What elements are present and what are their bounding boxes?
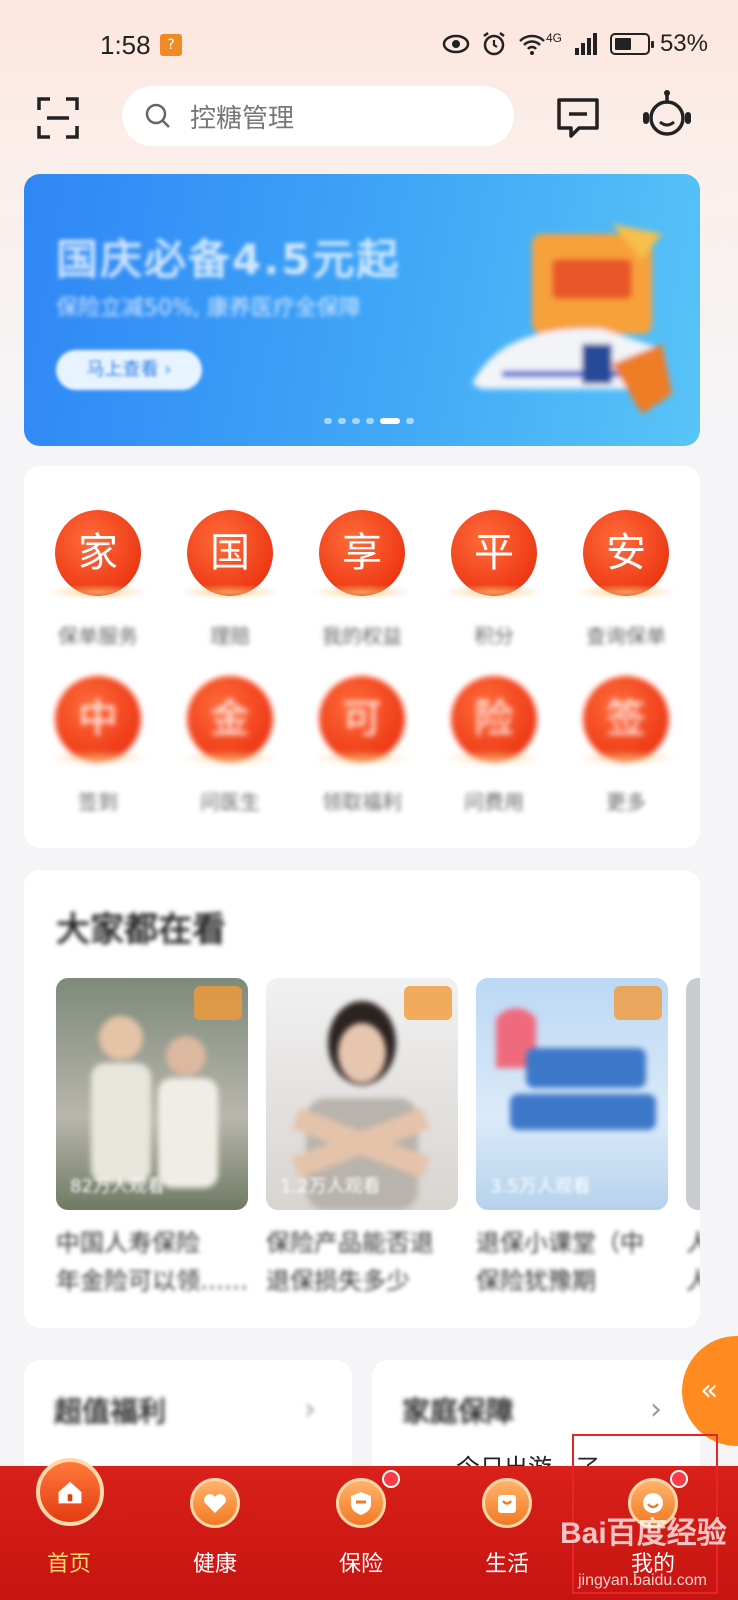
grid-item-2[interactable]: 国 理赔 bbox=[170, 510, 290, 649]
tab-label: 健康 bbox=[192, 1552, 237, 1577]
wifi-icon bbox=[519, 34, 545, 55]
video-caption-1[interactable]: 中国人寿保险 年金险可以领…… bbox=[56, 1224, 248, 1304]
scan-icon[interactable] bbox=[36, 96, 80, 140]
grid-item-4[interactable]: 平 积分 bbox=[434, 510, 554, 649]
grid-item-1[interactable]: 家 保单服务 bbox=[38, 510, 158, 649]
grid-item-label: 理赔 bbox=[210, 624, 250, 648]
video-meta: 3.5万人观看 bbox=[490, 1176, 591, 1197]
grid-item-label: 问医生 bbox=[200, 790, 260, 814]
battery-percent: 53% bbox=[659, 30, 708, 57]
video-thumbnail-1[interactable]: 82万人观看 bbox=[56, 978, 248, 1210]
status-icons: 4G 53% bbox=[442, 30, 708, 58]
video-caption-4[interactable]: 人 人 bbox=[686, 1224, 700, 1304]
caption-line: 年金险可以领…… bbox=[56, 1267, 248, 1295]
video-meta: 1.2万人观看 bbox=[280, 1176, 381, 1197]
tab-health[interactable]: 健康 bbox=[160, 1466, 270, 1600]
grid-item-label: 我的权益 bbox=[322, 624, 402, 648]
grid-item-badge: 签 bbox=[575, 676, 677, 766]
promo-banner[interactable]: 国庆必备4.5元起 保险立减50%, 康养医疗全保障 马上查看 › bbox=[24, 174, 700, 446]
chevron-right-icon: › bbox=[304, 1392, 316, 1427]
grid-item-badge: 可 bbox=[311, 676, 413, 766]
network-type: 4G bbox=[545, 31, 562, 45]
video-meta: 82万人观看 bbox=[70, 1176, 165, 1197]
grid-item-label: 保单服务 bbox=[58, 624, 138, 648]
tab-home[interactable]: 首页 bbox=[14, 1458, 124, 1600]
video-caption-3[interactable]: 退保小课堂（中 保险犹豫期 bbox=[476, 1224, 668, 1304]
family-card-title: 家庭保障 bbox=[402, 1395, 515, 1428]
watermark-url: jingyan.baidu.com bbox=[578, 1572, 707, 1589]
signal-icon bbox=[574, 33, 597, 55]
grid-item-badge: 金 bbox=[179, 676, 281, 766]
video-caption-2[interactable]: 保险产品能否退 退保损失多少 bbox=[266, 1224, 458, 1304]
grid-item-10[interactable]: 签 更多 bbox=[566, 676, 686, 815]
video-tag-badge bbox=[614, 986, 662, 1020]
shield-icon bbox=[336, 1478, 386, 1528]
grid-item-3[interactable]: 享 我的权益 bbox=[302, 510, 422, 649]
video-tag-badge bbox=[404, 986, 452, 1020]
search-input[interactable]: 控糖管理 bbox=[122, 86, 514, 146]
grid-item-label: 领取福利 bbox=[322, 790, 402, 814]
grid-item-badge: 险 bbox=[443, 676, 545, 766]
grid-item-label: 更多 bbox=[606, 790, 646, 814]
video-section: 大家都在看 82万人观看 中国人寿保险 年金险可以领…… 1.2万人观看 保险产… bbox=[24, 870, 700, 1328]
grid-item-label: 问费用 bbox=[464, 790, 524, 814]
notification-app-icon: ? bbox=[160, 34, 182, 56]
service-grid-card: 家 保单服务 国 理赔 享 我的权益 平 积分 安 查询保单 中 签到 金 问医… bbox=[24, 466, 700, 848]
heart-icon bbox=[190, 1478, 240, 1528]
banner-cta-button[interactable]: 马上查看 › bbox=[56, 350, 202, 390]
watermark-brand: Bai百度经验 bbox=[560, 1517, 727, 1550]
grid-item-6[interactable]: 中 签到 bbox=[38, 676, 158, 815]
grid-item-label: 查询保单 bbox=[586, 624, 666, 648]
grid-item-9[interactable]: 险 问费用 bbox=[434, 676, 554, 815]
caption-line: 退保小课堂（中 bbox=[476, 1229, 644, 1257]
video-thumbnail-3[interactable]: 3.5万人观看 bbox=[476, 978, 668, 1210]
grid-item-8[interactable]: 可 领取福利 bbox=[302, 676, 422, 815]
grid-item-badge: 安 bbox=[575, 510, 677, 600]
banner-train-illustration bbox=[472, 224, 672, 414]
status-time: 1:58 bbox=[100, 30, 151, 60]
video-thumbnail-4[interactable] bbox=[686, 978, 700, 1210]
battery-icon bbox=[609, 33, 654, 55]
chevron-right-icon: › bbox=[650, 1392, 662, 1427]
grid-item-badge: 中 bbox=[47, 676, 149, 766]
tab-life[interactable]: 生活 bbox=[452, 1466, 562, 1600]
tab-insurance[interactable]: 保险 bbox=[306, 1466, 416, 1600]
grid-item-5[interactable]: 安 查询保单 bbox=[566, 510, 686, 649]
home-icon bbox=[36, 1458, 104, 1526]
status-bar: 1:58 ? 4G 53% bbox=[0, 0, 738, 90]
grid-item-label: 签到 bbox=[78, 790, 118, 814]
caption-line: 退保损失多少 bbox=[266, 1267, 410, 1295]
eye-icon bbox=[442, 34, 470, 54]
tab-label: 保险 bbox=[338, 1552, 383, 1577]
grid-item-badge: 享 bbox=[311, 510, 413, 600]
caption-line: 中国人寿保险 bbox=[56, 1229, 200, 1257]
banner-subtitle: 保险立减50%, 康养医疗全保障 bbox=[56, 296, 361, 321]
notification-dot bbox=[382, 1470, 400, 1488]
benefits-card-title: 超值福利 bbox=[54, 1395, 167, 1428]
message-icon[interactable] bbox=[555, 96, 601, 140]
caption-line: 人 bbox=[686, 1229, 700, 1257]
caption-line: 保险犹豫期 bbox=[476, 1267, 596, 1295]
banner-pagination bbox=[324, 418, 414, 424]
tab-label: 生活 bbox=[484, 1552, 529, 1577]
search-placeholder: 控糖管理 bbox=[190, 103, 295, 134]
video-section-title: 大家都在看 bbox=[56, 910, 226, 950]
bag-icon bbox=[482, 1478, 532, 1528]
video-thumbnail-2[interactable]: 1.2万人观看 bbox=[266, 978, 458, 1210]
grid-item-label: 积分 bbox=[474, 624, 514, 648]
customer-service-icon[interactable] bbox=[640, 88, 694, 144]
caption-line: 保险产品能否退 bbox=[266, 1229, 434, 1257]
grid-item-badge: 家 bbox=[47, 510, 149, 600]
alarm-icon bbox=[483, 32, 505, 56]
search-icon bbox=[145, 103, 170, 128]
banner-title: 国庆必备4.5元起 bbox=[56, 235, 401, 284]
grid-item-7[interactable]: 金 问医生 bbox=[170, 676, 290, 815]
tab-label: 首页 bbox=[46, 1552, 91, 1577]
grid-item-badge: 国 bbox=[179, 510, 281, 600]
caption-line: 人 bbox=[686, 1267, 700, 1295]
grid-item-badge: 平 bbox=[443, 510, 545, 600]
video-tag-badge bbox=[194, 986, 242, 1020]
